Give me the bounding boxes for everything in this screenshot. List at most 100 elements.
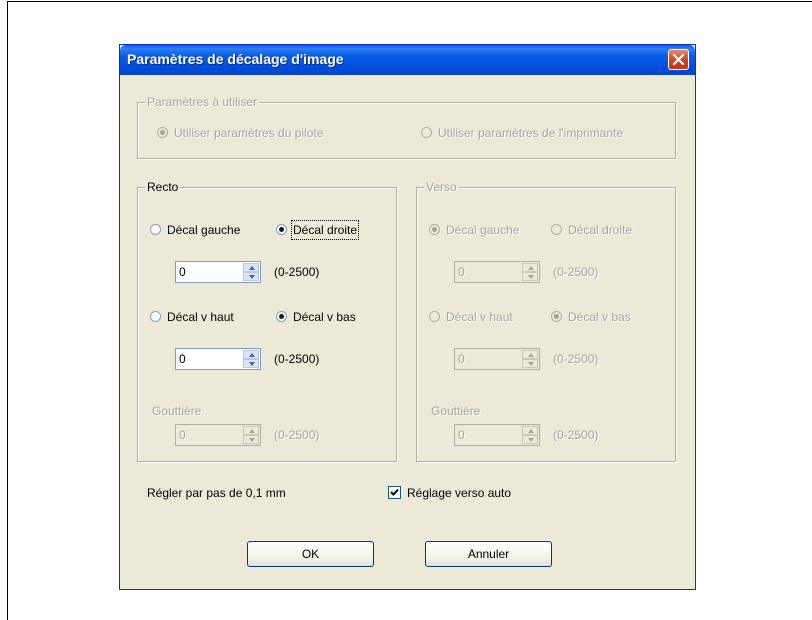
verso-gutter-label: Gouttière xyxy=(431,404,481,418)
spin-down-button[interactable] xyxy=(522,435,538,444)
verso-horizontal-range: (0-2500) xyxy=(553,265,599,279)
radio-circle xyxy=(150,224,161,235)
verso-shift-down-label: Décal v bas xyxy=(568,310,631,324)
recto-gutter-spinbox[interactable]: 0 xyxy=(175,424,261,446)
verso-group-legend: Verso xyxy=(424,180,459,194)
spin-up-arrow-icon xyxy=(528,353,534,357)
spin-buttons xyxy=(522,350,538,368)
use-driver-params-radio[interactable]: Utiliser paramètres du pilote xyxy=(157,125,377,143)
step-note: Régler par pas de 0,1 mm xyxy=(147,486,286,500)
spin-down-arrow-icon xyxy=(249,438,255,442)
params-group: Paramètres à utiliser Utiliser paramètre… xyxy=(137,95,676,159)
checkbox-box xyxy=(388,486,401,499)
title-bar[interactable]: Paramètres de décalage d'image xyxy=(120,45,695,75)
verso-shift-up-radio[interactable]: Décal v haut xyxy=(429,309,539,327)
close-button[interactable] xyxy=(668,49,689,70)
spin-up-arrow-icon xyxy=(528,429,534,433)
recto-group-legend: Recto xyxy=(145,180,181,194)
radio-circle xyxy=(429,311,440,322)
radio-circle xyxy=(551,311,562,322)
verso-horizontal-spinbox[interactable]: 0 xyxy=(454,261,540,283)
dialog-title: Paramètres de décalage d'image xyxy=(127,51,344,67)
recto-vertical-spinbox[interactable]: 0 xyxy=(175,348,261,370)
cancel-button[interactable]: Annuler xyxy=(425,541,552,567)
checkmark-icon xyxy=(390,488,399,496)
recto-gutter-range: (0-2500) xyxy=(274,428,320,442)
spin-up-button[interactable] xyxy=(243,350,259,359)
spin-down-arrow-icon xyxy=(528,362,534,366)
frame-top-line xyxy=(7,1,812,2)
recto-shift-up-label: Décal v haut xyxy=(167,310,234,324)
spin-buttons xyxy=(522,426,538,444)
recto-group: Recto Décal gauche Décal droite 0 (0-250… xyxy=(137,180,397,462)
image-shift-dialog: Paramètres de décalage d'image Paramètre… xyxy=(119,44,696,590)
params-group-legend: Paramètres à utiliser xyxy=(145,95,260,109)
spin-up-button[interactable] xyxy=(243,426,259,435)
verso-gutter-range: (0-2500) xyxy=(553,428,599,442)
frame-left-line xyxy=(7,1,8,620)
spin-buttons xyxy=(243,350,259,368)
verso-shift-down-radio[interactable]: Décal v bas xyxy=(551,309,661,327)
recto-shift-right-radio[interactable]: Décal droite xyxy=(276,220,386,240)
recto-horizontal-range: (0-2500) xyxy=(274,265,320,279)
spin-down-button[interactable] xyxy=(522,359,538,368)
spin-down-arrow-icon xyxy=(249,362,255,366)
verso-shift-left-radio[interactable]: Décal gauche xyxy=(429,222,539,240)
verso-shift-right-radio[interactable]: Décal droite xyxy=(551,222,661,240)
radio-circle xyxy=(157,127,168,138)
spin-buttons xyxy=(243,263,259,281)
use-printer-params-label: Utiliser paramètres de l'imprimante xyxy=(438,126,624,140)
spin-up-arrow-icon xyxy=(528,266,534,270)
spin-down-button[interactable] xyxy=(522,272,538,281)
verso-gutter-value: 0 xyxy=(458,428,465,442)
close-icon xyxy=(672,53,685,66)
radio-circle xyxy=(276,311,287,322)
spin-buttons xyxy=(243,426,259,444)
recto-shift-right-label: Décal droite xyxy=(290,220,360,240)
radio-circle xyxy=(429,224,440,235)
spin-up-button[interactable] xyxy=(522,350,538,359)
use-printer-params-radio[interactable]: Utiliser paramètres de l'imprimante xyxy=(421,125,661,143)
spin-up-button[interactable] xyxy=(522,263,538,272)
spin-down-arrow-icon xyxy=(528,438,534,442)
spin-up-button[interactable] xyxy=(522,426,538,435)
radio-circle xyxy=(150,311,161,322)
spin-up-arrow-icon xyxy=(249,353,255,357)
verso-group: Verso Décal gauche Décal droite 0 (0-250… xyxy=(416,180,676,462)
spin-down-arrow-icon xyxy=(249,275,255,279)
auto-verso-checkbox[interactable]: Réglage verso auto xyxy=(388,485,538,501)
verso-gutter-spinbox[interactable]: 0 xyxy=(454,424,540,446)
recto-shift-left-radio[interactable]: Décal gauche xyxy=(150,222,260,240)
auto-verso-label: Réglage verso auto xyxy=(407,486,512,500)
spin-down-button[interactable] xyxy=(243,435,259,444)
verso-vertical-range: (0-2500) xyxy=(553,352,599,366)
ok-button[interactable]: OK xyxy=(247,541,374,567)
recto-horizontal-value: 0 xyxy=(179,265,186,279)
recto-shift-left-label: Décal gauche xyxy=(167,223,241,237)
recto-shift-up-radio[interactable]: Décal v haut xyxy=(150,309,260,327)
verso-shift-right-label: Décal droite xyxy=(568,223,633,237)
spin-up-arrow-icon xyxy=(249,429,255,433)
verso-shift-up-label: Décal v haut xyxy=(446,310,513,324)
verso-vertical-value: 0 xyxy=(458,352,465,366)
spin-down-button[interactable] xyxy=(243,272,259,281)
spin-down-button[interactable] xyxy=(243,359,259,368)
spin-up-arrow-icon xyxy=(249,266,255,270)
radio-circle xyxy=(421,127,432,138)
recto-vertical-range: (0-2500) xyxy=(274,352,320,366)
recto-shift-down-label: Décal v bas xyxy=(293,310,356,324)
radio-circle xyxy=(551,224,562,235)
recto-gutter-value: 0 xyxy=(179,428,186,442)
spin-down-arrow-icon xyxy=(528,275,534,279)
verso-vertical-spinbox[interactable]: 0 xyxy=(454,348,540,370)
radio-circle xyxy=(276,224,287,235)
recto-horizontal-spinbox[interactable]: 0 xyxy=(175,261,261,283)
verso-horizontal-value: 0 xyxy=(458,265,465,279)
verso-shift-left-label: Décal gauche xyxy=(446,223,520,237)
recto-shift-down-radio[interactable]: Décal v bas xyxy=(276,309,386,327)
spin-up-button[interactable] xyxy=(243,263,259,272)
recto-vertical-value: 0 xyxy=(179,352,186,366)
recto-gutter-label: Gouttière xyxy=(152,404,202,418)
spin-buttons xyxy=(522,263,538,281)
use-driver-params-label: Utiliser paramètres du pilote xyxy=(174,126,324,140)
